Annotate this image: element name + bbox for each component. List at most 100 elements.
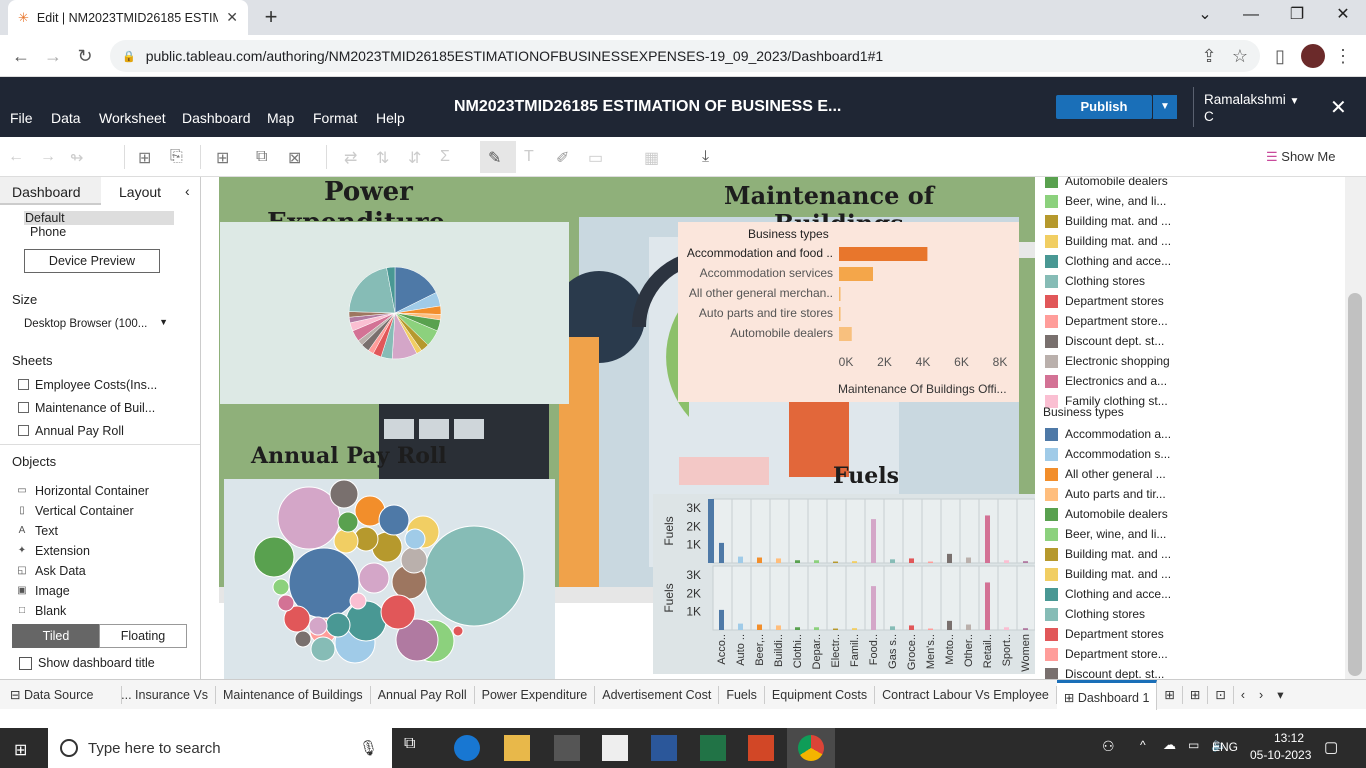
legend-item[interactable]: Automobile dealers	[1041, 177, 1171, 191]
menu-data[interactable]: Data	[51, 110, 81, 126]
legend-item[interactable]: Building mat. and ...	[1041, 231, 1171, 251]
legend-item[interactable]: Building mat. and ...	[1041, 544, 1171, 564]
object-blank[interactable]: □ Blank	[16, 601, 149, 621]
new-dashboard-icon[interactable]: ⊞	[1183, 685, 1209, 704]
legend-item[interactable]: Electronics and a...	[1041, 371, 1171, 391]
legend-item[interactable]: Clothing and acce...	[1041, 584, 1171, 604]
highlight-icon[interactable]: ✎	[488, 148, 501, 168]
legend-item[interactable]: Building mat. and ...	[1041, 564, 1171, 584]
back-icon[interactable]: ←	[8, 43, 34, 69]
show-me-button[interactable]: ☰ Show Me	[1266, 149, 1335, 165]
maintenance-chart[interactable]: Business types Accommodation and food ..…	[678, 222, 1019, 402]
excel-icon[interactable]	[700, 735, 726, 761]
legend-item[interactable]: Department stores	[1041, 624, 1171, 644]
publish-button[interactable]: Publish	[1056, 95, 1152, 119]
sheet-tab[interactable]: Contract Labour Vs Employee	[875, 685, 1057, 704]
bookmark-star-icon[interactable]: ☆	[1227, 43, 1253, 69]
people-icon[interactable]: ⚇	[1102, 738, 1115, 755]
object-extension[interactable]: ✦ Extension	[16, 541, 149, 561]
battery-icon[interactable]: ▭	[1188, 738, 1199, 752]
legend-item[interactable]: Department store...	[1041, 644, 1171, 664]
menu-format[interactable]: Format	[313, 110, 357, 126]
fuels-chart[interactable]: 3K 2K 1K Fuels 3K 2K 1K Fuels Acco.. Auto .. Beer,…	[653, 494, 1036, 674]
task-view-icon[interactable]: ⧉	[404, 735, 430, 761]
legend-item[interactable]: Accommodation a...	[1041, 424, 1171, 444]
network-icon[interactable]: ☁	[1163, 737, 1176, 753]
sheet-item[interactable]: Annual Pay Roll	[18, 419, 157, 442]
swap-icon[interactable]: ⇄	[344, 148, 357, 168]
sheet-tab[interactable]: Fuels	[719, 685, 765, 704]
legend-item[interactable]: Auto parts and tir...	[1041, 484, 1171, 504]
presentation-icon[interactable]: ▦	[644, 148, 659, 168]
sort-asc-icon[interactable]: ⇅	[376, 148, 389, 168]
data-source-tab[interactable]: ⊟ Data Source	[0, 685, 122, 704]
object-horizontal-container[interactable]: ▭ Horizontal Container	[16, 481, 149, 501]
legend-item[interactable]: Beer, wine, and li...	[1041, 191, 1171, 211]
legend-item[interactable]: Clothing stores	[1041, 604, 1171, 624]
sidepanel-icon[interactable]: ▯	[1267, 43, 1293, 69]
paste-icon[interactable]: ⎘	[170, 148, 183, 166]
sort-desc-icon[interactable]: ⇵	[408, 148, 421, 168]
tab-close-icon[interactable]: ✕	[226, 9, 238, 26]
windows-start-icon[interactable]: ⊞	[14, 740, 27, 760]
legend-item[interactable]: Department store...	[1041, 311, 1171, 331]
omnibox[interactable]: 🔒 public.tableau.com/authoring/NM2023TMI…	[110, 40, 1260, 72]
file-explorer-icon[interactable]	[504, 735, 530, 761]
power-expenditure-chart[interactable]	[220, 222, 569, 404]
legend-item[interactable]: Beer, wine, and li...	[1041, 524, 1171, 544]
sheet-tab[interactable]: Power Expenditure	[475, 685, 596, 704]
new-story-icon[interactable]: ⊡	[1208, 685, 1234, 704]
object-text[interactable]: A Text	[16, 521, 149, 541]
fit-icon[interactable]: ▭	[588, 148, 603, 168]
user-menu[interactable]: Ramalakshmi ▼ C	[1204, 92, 1299, 124]
tab-next-icon[interactable]: ›	[1252, 686, 1270, 704]
restore-button[interactable]: ❐	[1274, 0, 1320, 32]
forward-icon[interactable]: →	[40, 43, 66, 69]
device-phone[interactable]: Phone	[30, 225, 66, 239]
object-vertical-container[interactable]: ▯ Vertical Container	[16, 501, 149, 521]
legend-item[interactable]: Electronic shopping	[1041, 351, 1171, 371]
menu-help[interactable]: Help	[376, 110, 405, 126]
menu-worksheet[interactable]: Worksheet	[99, 110, 166, 126]
new-datasource-icon[interactable]: ⊞	[138, 148, 151, 168]
chrome-menu-icon[interactable]: ⋮	[1330, 43, 1356, 69]
minimize-button[interactable]: —	[1228, 0, 1274, 32]
legend-item[interactable]: Discount dept. st...	[1041, 664, 1171, 679]
sheet-tab[interactable]: Advertisement Cost	[595, 685, 720, 704]
sheet-tab[interactable]: Equipment Costs	[765, 685, 876, 704]
undo-icon[interactable]: ←	[8, 148, 24, 166]
format-icon[interactable]: ✐	[556, 148, 569, 168]
sheet-tab[interactable]: Annual Pay Roll	[371, 685, 475, 704]
download-icon[interactable]: ⤓	[702, 148, 709, 166]
menu-file[interactable]: File	[10, 110, 33, 126]
vertical-scrollbar[interactable]	[1345, 177, 1366, 679]
sheet-item[interactable]: Employee Costs(Ins...	[18, 373, 157, 396]
store-icon[interactable]	[554, 735, 580, 761]
language-indicator[interactable]: ENG	[1212, 740, 1238, 754]
object-image[interactable]: ▣ Image	[16, 581, 149, 601]
collapse-panel-icon[interactable]: ‹	[185, 183, 190, 199]
sheet-tab[interactable]: Insurance Vs ...	[122, 685, 216, 704]
totals-icon[interactable]: Σ	[440, 148, 450, 166]
new-sheet-icon[interactable]: ⊞	[216, 148, 229, 168]
legend-item[interactable]: Accommodation s...	[1041, 444, 1171, 464]
legend-item[interactable]: Discount dept. st...	[1041, 331, 1171, 351]
tab-prev-icon[interactable]: ‹	[1234, 686, 1252, 704]
scroll-thumb[interactable]	[1348, 293, 1362, 676]
annual-pay-roll-chart[interactable]	[224, 479, 555, 679]
publish-dropdown-icon[interactable]: ▼	[1153, 95, 1177, 119]
tiled-button[interactable]: Tiled	[12, 624, 100, 648]
tab-search-icon[interactable]: ⌄	[1182, 0, 1228, 32]
maint-scroll[interactable]	[1019, 242, 1035, 258]
legend-item[interactable]: Clothing and acce...	[1041, 251, 1171, 271]
legend-item[interactable]: Automobile dealers	[1041, 504, 1171, 524]
close-window-button[interactable]: ✕	[1320, 0, 1366, 32]
legend-item[interactable]: All other general ...	[1041, 464, 1171, 484]
word-icon[interactable]	[651, 735, 677, 761]
tray-chevron-icon[interactable]: ^	[1140, 738, 1146, 752]
clock-time[interactable]: 13:12	[1264, 731, 1314, 745]
active-dashboard-tab[interactable]: ⊞ Dashboard 1	[1056, 679, 1158, 710]
menu-dashboard[interactable]: Dashboard	[182, 110, 251, 126]
powerpoint-icon[interactable]	[748, 735, 774, 761]
sheet-tab[interactable]: Maintenance of Buildings	[216, 685, 371, 704]
